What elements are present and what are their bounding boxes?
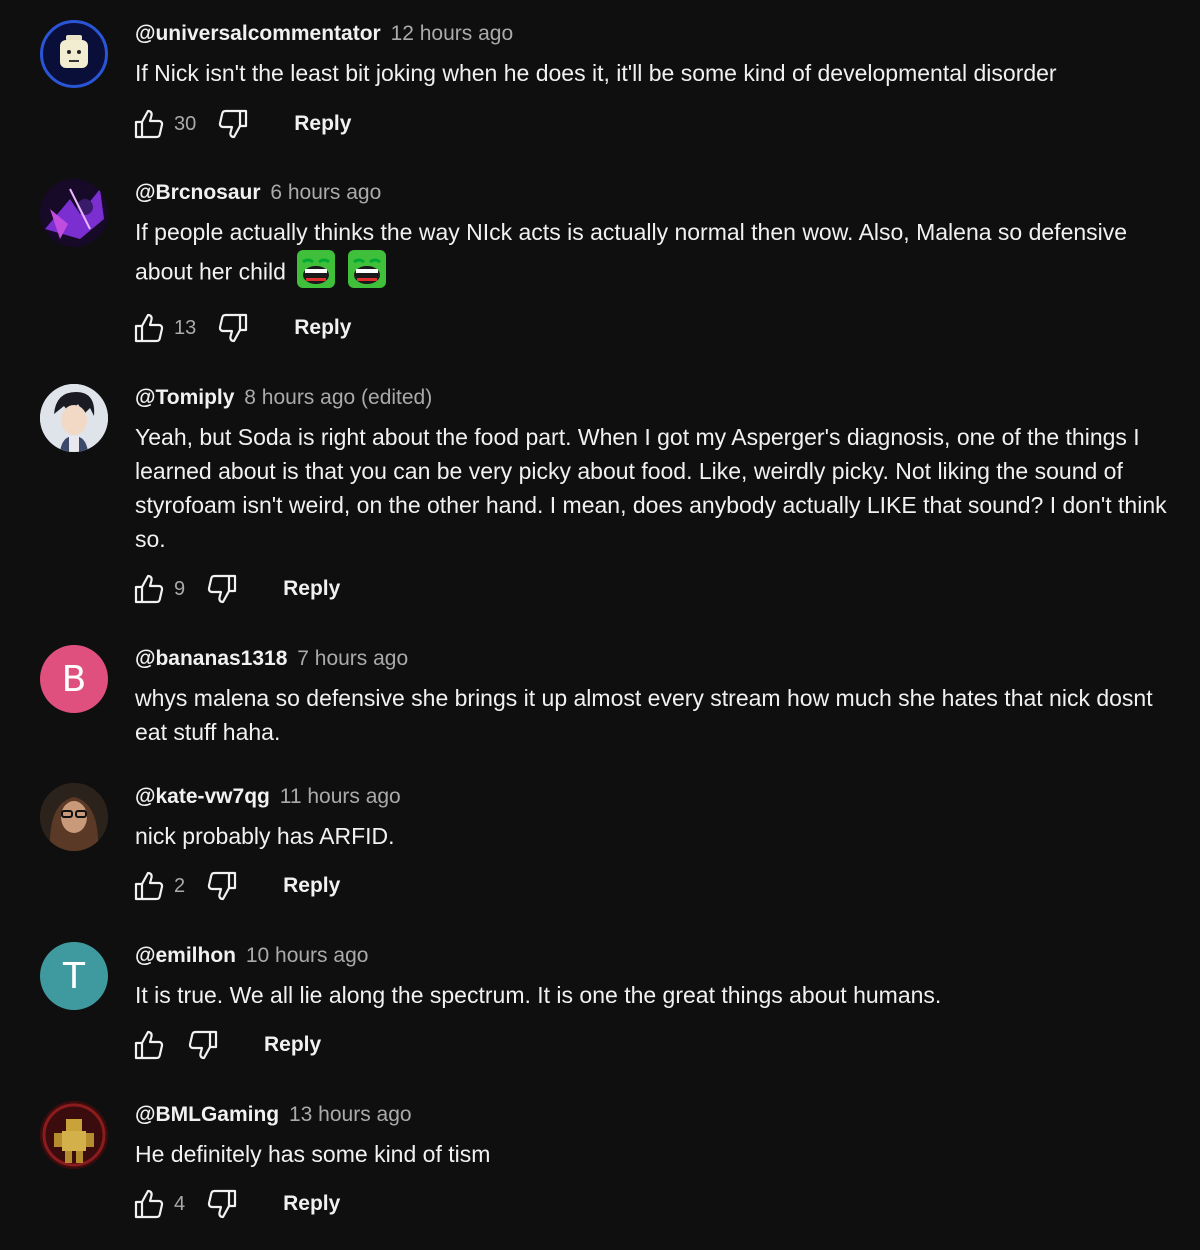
thumbs-down-icon[interactable] [216,107,250,141]
comment-header: @BMLGaming 13 hours ago [135,1101,412,1129]
comment-text: Yeah, but Soda is right about the food p… [135,424,1167,552]
comment-time[interactable]: 13 hours ago [289,1103,412,1126]
reply-button[interactable]: Reply [294,112,351,136]
comment-author[interactable]: @kate-vw7qg [135,785,270,808]
comment-author[interactable]: @BMLGaming [135,1103,279,1126]
avatar[interactable] [40,20,108,88]
avatar[interactable] [40,1101,108,1169]
reply-button[interactable]: Reply [264,1033,321,1057]
thumbs-up-icon[interactable] [132,572,166,606]
thumbs-down-icon[interactable] [205,1187,239,1221]
reply-button[interactable]: Reply [283,874,340,898]
like-count: 13 [174,316,197,339]
avatar[interactable]: B [40,645,108,713]
like-count: 2 [174,874,186,897]
thumbs-up-icon[interactable] [132,869,166,903]
comment-time[interactable]: 10 hours ago [246,944,369,967]
laughing-green-emoji-icon [296,249,336,298]
comment-actions: 30 Reply [132,104,351,144]
thumbs-up-icon[interactable] [132,107,166,141]
comment-header: @Brcnosaur 6 hours ago [135,179,381,207]
comment-header: @emilhon 10 hours ago [135,942,368,970]
thumbs-up-icon[interactable] [132,311,166,345]
comment-actions: Reply [132,1025,321,1065]
purple-art-icon [40,179,108,247]
avatar[interactable] [40,179,108,247]
avatar[interactable]: T [40,942,108,1010]
comment-author[interactable]: @Tomiply [135,386,234,409]
comment-actions: 2 Reply [132,866,340,906]
comment-header: @universalcommentator 12 hours ago [135,20,513,48]
like-count: 9 [174,577,186,600]
thumbs-down-icon[interactable] [205,869,239,903]
comment-author[interactable]: @universalcommentator [135,22,381,45]
comment-text-body: If people actually thinks the way NIck a… [135,219,1128,285]
comment-author[interactable]: @emilhon [135,944,236,967]
anime-character-icon [40,384,108,452]
comment-time[interactable]: 6 hours ago [270,181,381,204]
thumbs-down-icon[interactable] [186,1028,220,1062]
comment-text: If Nick isn't the least bit joking when … [135,60,1057,86]
comment-author[interactable]: @Brcnosaur [135,181,261,204]
comment-time[interactable]: 8 hours ago (edited) [244,386,432,409]
comment-text: nick probably has ARFID. [135,823,395,849]
comment-text: It is true. We all lie along the spectru… [135,982,942,1008]
profile-photo-icon [40,783,108,851]
reply-button[interactable]: Reply [283,1192,340,1216]
like-count: 30 [174,112,197,135]
comment-time[interactable]: 11 hours ago [280,785,401,808]
comment-actions: 4 Reply [132,1184,340,1224]
laughing-green-emoji-icon [347,249,387,298]
avatar-letter: T [63,955,85,997]
comment-text: If people actually thinks the way NIck a… [135,215,1175,298]
comment-author[interactable]: @bananas1318 [135,647,287,670]
comment-text: whys malena so defensive she brings it u… [135,685,1153,745]
reply-button[interactable]: Reply [283,577,340,601]
like-count: 4 [174,1192,186,1215]
comment-header: @kate-vw7qg 11 hours ago [135,783,401,811]
robot-art-icon [40,1101,108,1169]
avatar[interactable] [40,783,108,851]
thumbs-down-icon[interactable] [216,311,250,345]
comment-text: He definitely has some kind of tism [135,1141,491,1167]
thumbs-up-icon[interactable] [132,1187,166,1221]
avatar-letter: B [61,658,87,700]
reply-button[interactable]: Reply [294,316,351,340]
thumbs-up-icon[interactable] [132,1028,166,1062]
comment-time[interactable]: 12 hours ago [391,22,514,45]
thumbs-down-icon[interactable] [205,572,239,606]
comment-actions: 9 Reply [132,569,340,609]
avatar[interactable] [40,384,108,452]
comment-header: @bananas1318 7 hours ago [135,645,408,673]
lego-head-icon [60,35,88,68]
comment-header: @Tomiply 8 hours ago (edited) [135,384,432,412]
comment-time[interactable]: 7 hours ago [297,647,408,670]
comment-actions: 13 Reply [132,308,351,348]
